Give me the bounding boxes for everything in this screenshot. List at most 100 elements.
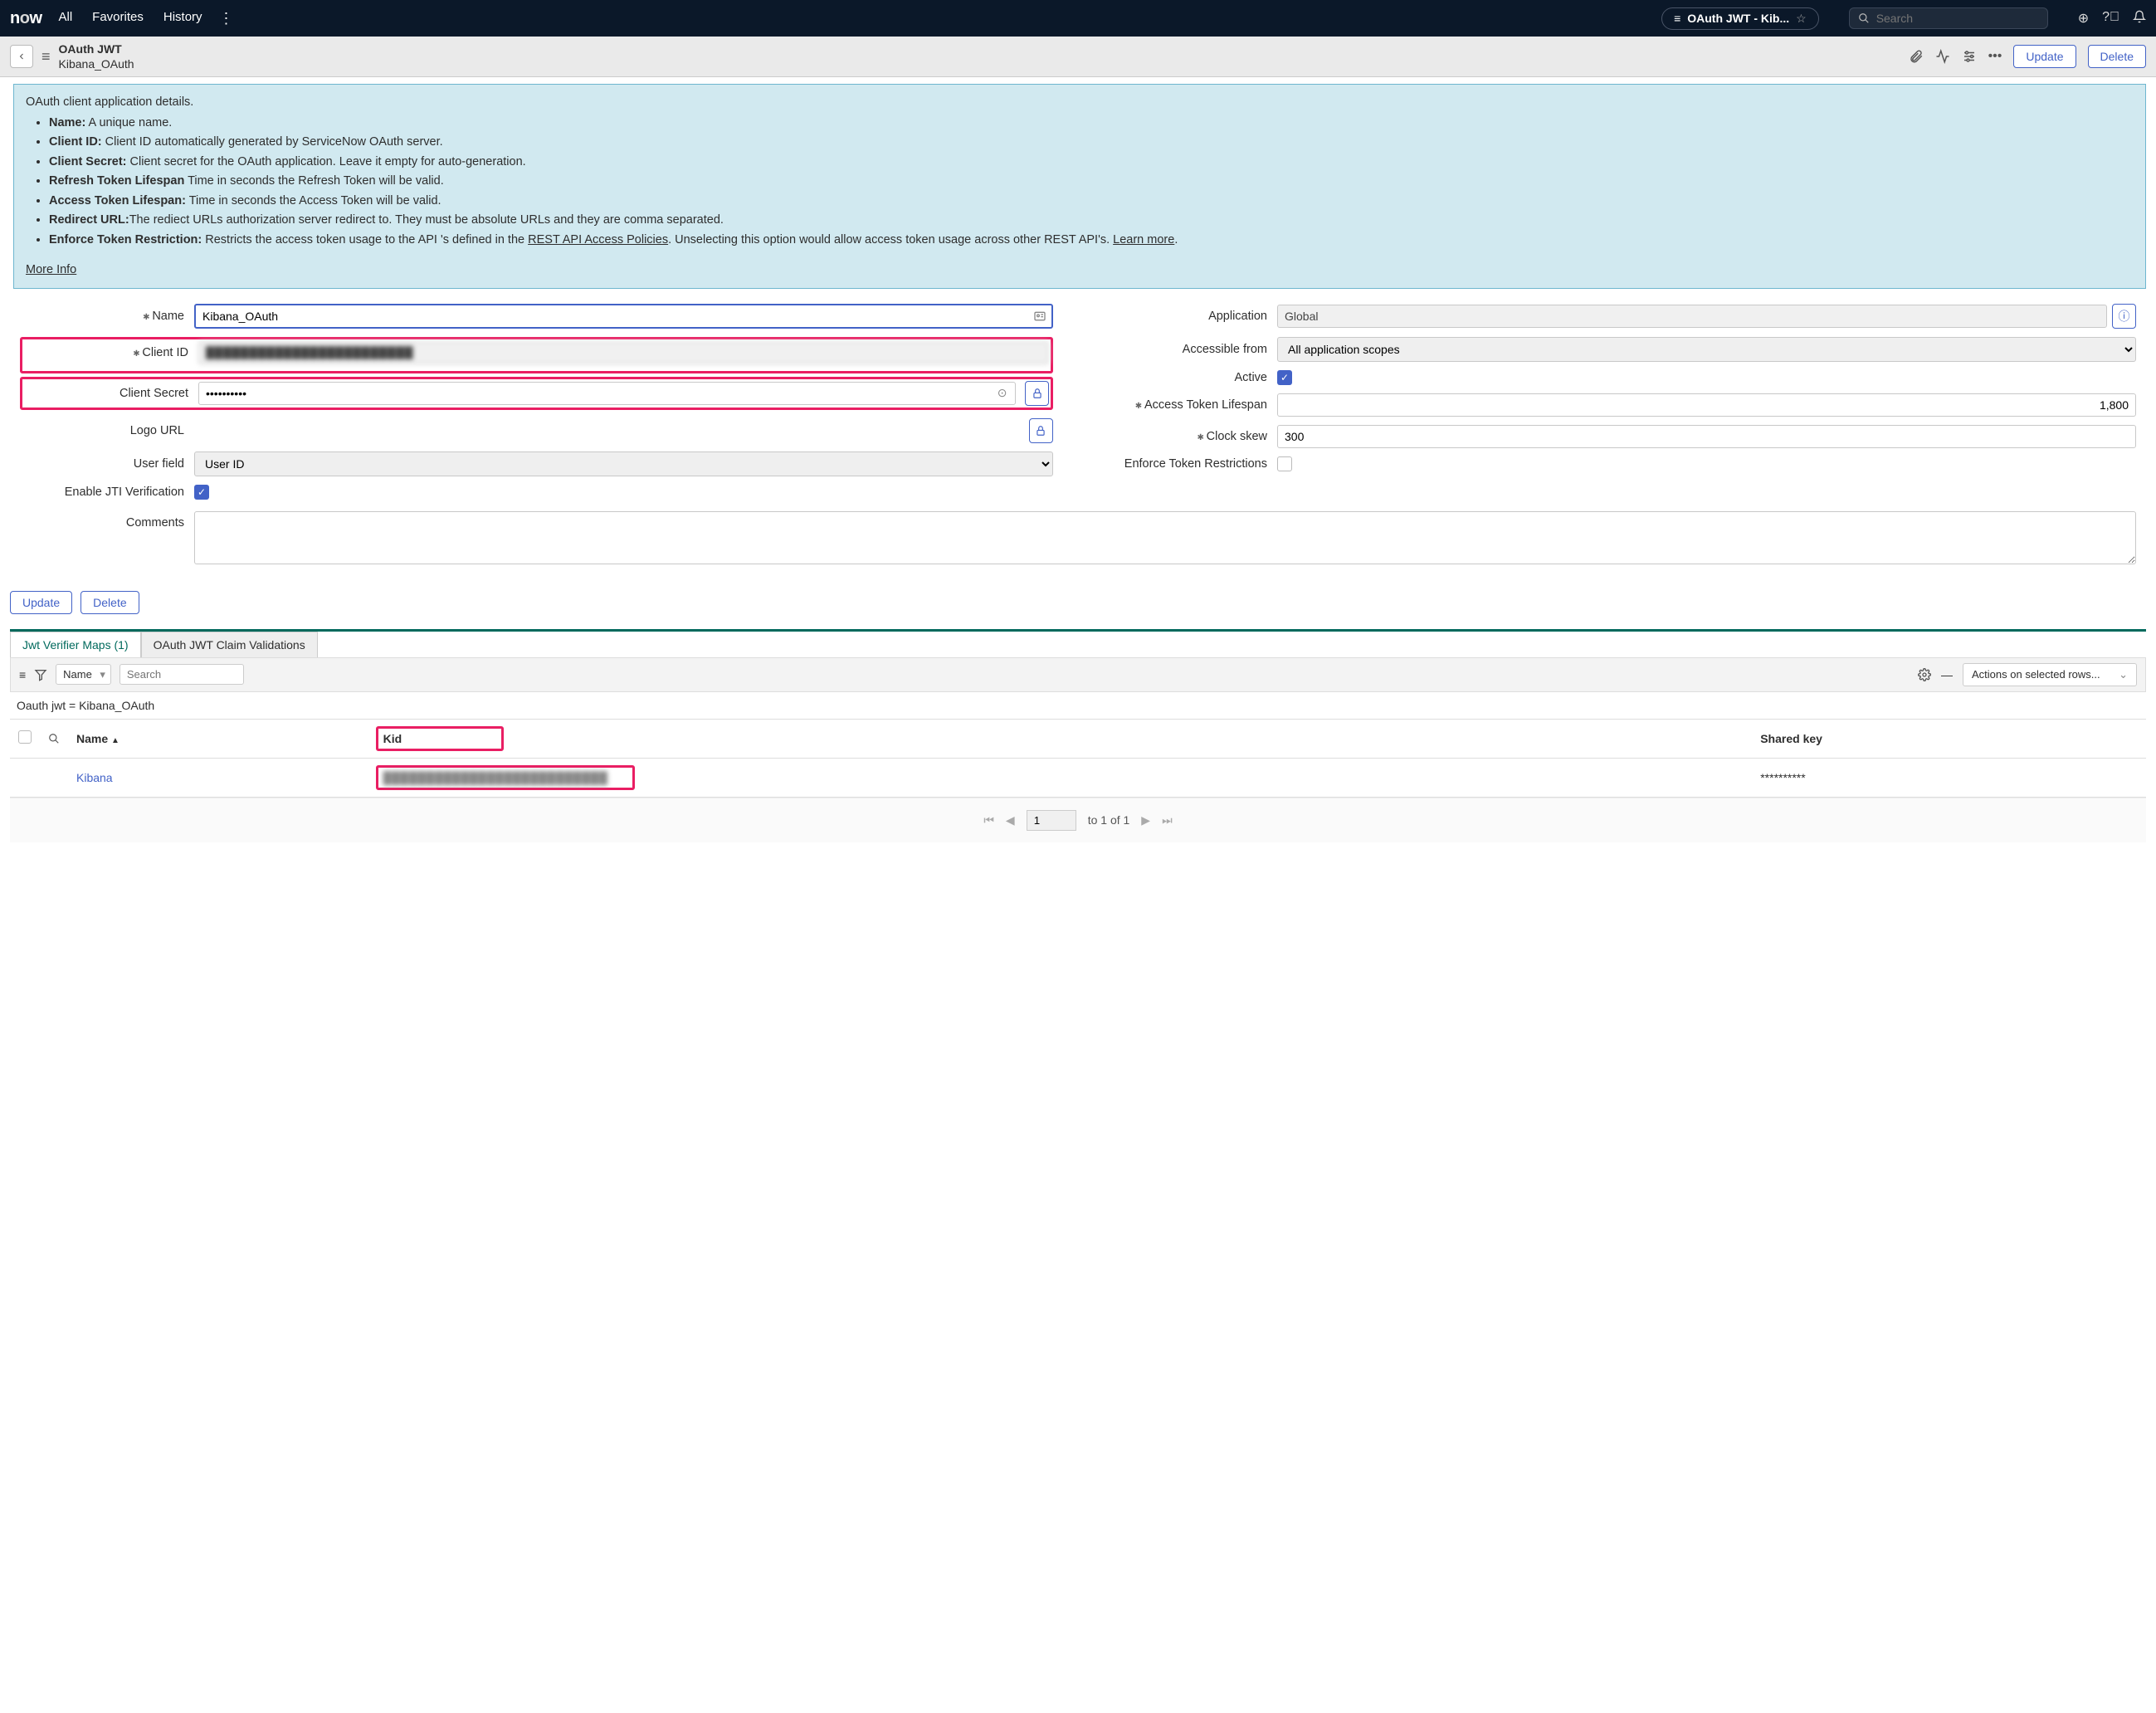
nav-history[interactable]: History — [163, 10, 202, 27]
nav-all[interactable]: All — [59, 10, 73, 27]
learn-more-link[interactable]: Learn more — [1113, 233, 1174, 246]
col-name[interactable]: Name ▲ — [68, 719, 368, 758]
pager: ⏮ ◀ to 1 of 1 ▶ ⏭ — [10, 798, 2146, 842]
card-icon[interactable] — [1033, 310, 1046, 323]
client-secret-label: Client Secret — [24, 387, 198, 400]
activity-icon[interactable] — [1935, 49, 1950, 64]
table-row[interactable]: Kibana ██████████████████████████ ******… — [10, 758, 2146, 797]
token-lifespan-input[interactable] — [1277, 393, 2136, 417]
list-breadcrumb[interactable]: Oauth jwt = Kibana_OAuth — [0, 692, 2156, 719]
info-heading: OAuth client application details. — [26, 93, 2134, 111]
help-icon[interactable]: ?⃝ — [2102, 10, 2119, 27]
record-header: ≡ OAuth JWT Kibana_OAuth ••• Update Dele… — [0, 37, 2156, 77]
info-item: Refresh Token Lifespan Time in seconds t… — [49, 172, 2134, 190]
gear-icon[interactable] — [1918, 668, 1931, 681]
header-actions: ••• Update Delete — [1909, 45, 2146, 68]
logo: now — [10, 9, 42, 28]
col-kid[interactable]: Kid — [383, 732, 402, 745]
search-field-select[interactable]: Name ▾ — [56, 664, 111, 685]
comments-label: Comments — [20, 511, 194, 530]
list-menu-icon[interactable]: ≡ — [19, 668, 26, 681]
pager-prev-icon[interactable]: ◀ — [1006, 813, 1015, 827]
tab-claim-validations[interactable]: OAuth JWT Claim Validations — [141, 632, 318, 657]
form-right-col: Application ⓘ Accessible from All applic… — [1103, 304, 2136, 508]
row-name-link[interactable]: Kibana — [68, 758, 368, 797]
select-all-checkbox[interactable] — [18, 730, 32, 744]
list-toolbar: ≡ Name ▾ — Actions on selected rows... ⌄ — [10, 657, 2146, 692]
application-input — [1277, 305, 2107, 328]
lock-icon[interactable] — [1029, 418, 1053, 443]
pager-current[interactable] — [1027, 810, 1076, 831]
top-icons: ⊕ ?⃝ — [2078, 10, 2146, 27]
active-tab-pill[interactable]: ≡ OAuth JWT - Kib... ☆ — [1661, 7, 1819, 30]
enforce-label: Enforce Token Restrictions — [1103, 457, 1277, 471]
search-input[interactable] — [1876, 12, 2039, 25]
more-info-link[interactable]: More Info — [26, 261, 2134, 279]
client-secret-input[interactable] — [198, 382, 1016, 405]
client-id-input[interactable] — [198, 341, 1049, 364]
minus-icon[interactable]: — — [1941, 668, 1953, 681]
list-icon: ≡ — [1674, 12, 1680, 25]
info-item: Name: A unique name. — [49, 114, 2134, 132]
lock-icon[interactable] — [1025, 381, 1049, 406]
row-kid: ██████████████████████████ — [383, 771, 608, 784]
nav-links: All Favorites History ⋮ — [59, 10, 234, 27]
form-left-col: Name Client ID Client Secr — [20, 304, 1053, 508]
info-item: Client ID: Client ID automatically gener… — [49, 133, 2134, 151]
comments-textarea[interactable] — [194, 511, 2136, 564]
record-name: Kibana_OAuth — [59, 57, 134, 71]
tab-jwt-verifier[interactable]: Jwt Verifier Maps (1) — [10, 632, 141, 657]
nav-more-icon[interactable]: ⋮ — [219, 10, 234, 27]
bottom-actions: Update Delete — [0, 581, 2156, 624]
jti-label: Enable JTI Verification — [20, 486, 194, 499]
tab-label: OAuth JWT - Kib... — [1687, 12, 1789, 25]
search-icon[interactable] — [48, 733, 60, 744]
search-box[interactable] — [1849, 7, 2048, 29]
update-button[interactable]: Update — [2013, 45, 2076, 68]
info-item: Client Secret: Client secret for the OAu… — [49, 153, 2134, 171]
info-item: Access Token Lifespan: Time in seconds t… — [49, 192, 2134, 210]
client-id-label: Client ID — [24, 346, 198, 359]
pager-next-icon[interactable]: ▶ — [1141, 813, 1150, 827]
search-icon — [1858, 12, 1870, 24]
nav-favorites[interactable]: Favorites — [92, 10, 144, 27]
clock-skew-input[interactable] — [1277, 425, 2136, 448]
info-item: Enforce Token Restriction: Restricts the… — [49, 231, 2134, 249]
settings-icon[interactable] — [1962, 49, 1977, 64]
key-icon[interactable]: ⊙ — [998, 386, 1007, 400]
actions-select[interactable]: Actions on selected rows... ⌄ — [1963, 663, 2137, 686]
application-label: Application — [1103, 310, 1277, 323]
pager-first-icon[interactable]: ⏮ — [983, 813, 994, 827]
active-checkbox[interactable]: ✓ — [1277, 370, 1292, 385]
clock-skew-label: Clock skew — [1103, 430, 1277, 443]
active-label: Active — [1103, 371, 1277, 384]
name-input[interactable] — [194, 304, 1053, 329]
related-tabs: Jwt Verifier Maps (1) OAuth JWT Claim Va… — [10, 629, 2146, 657]
user-field-label: User field — [20, 457, 194, 471]
delete-button[interactable]: Delete — [2088, 45, 2146, 68]
filter-icon[interactable] — [34, 668, 47, 681]
pager-text: to 1 of 1 — [1088, 813, 1130, 827]
user-field-select[interactable]: User ID — [194, 451, 1053, 476]
jti-checkbox[interactable]: ✓ — [194, 485, 209, 500]
bell-icon[interactable] — [2133, 10, 2146, 27]
col-shared[interactable]: Shared key — [1752, 719, 2146, 758]
pager-last-icon[interactable]: ⏭ — [1162, 813, 1173, 827]
list-search-input[interactable] — [120, 664, 244, 685]
attachment-icon[interactable] — [1909, 49, 1924, 64]
accessible-label: Accessible from — [1103, 343, 1277, 356]
more-actions-icon[interactable]: ••• — [1988, 49, 2002, 64]
enforce-checkbox[interactable] — [1277, 456, 1292, 471]
record-title: OAuth JWT Kibana_OAuth — [59, 41, 134, 71]
rest-api-link[interactable]: REST API Access Policies — [528, 233, 668, 246]
update-button-bottom[interactable]: Update — [10, 591, 72, 614]
info-item: Redirect URL:The rediect URLs authorizat… — [49, 211, 2134, 229]
info-icon[interactable]: ⓘ — [2112, 304, 2136, 329]
star-icon[interactable]: ☆ — [1796, 12, 1807, 26]
globe-icon[interactable]: ⊕ — [2078, 10, 2089, 27]
menu-icon[interactable]: ≡ — [41, 48, 51, 66]
back-button[interactable] — [10, 45, 33, 68]
delete-button-bottom[interactable]: Delete — [80, 591, 139, 614]
accessible-select[interactable]: All application scopes — [1277, 337, 2136, 362]
info-box: OAuth client application details. Name: … — [13, 84, 2146, 288]
